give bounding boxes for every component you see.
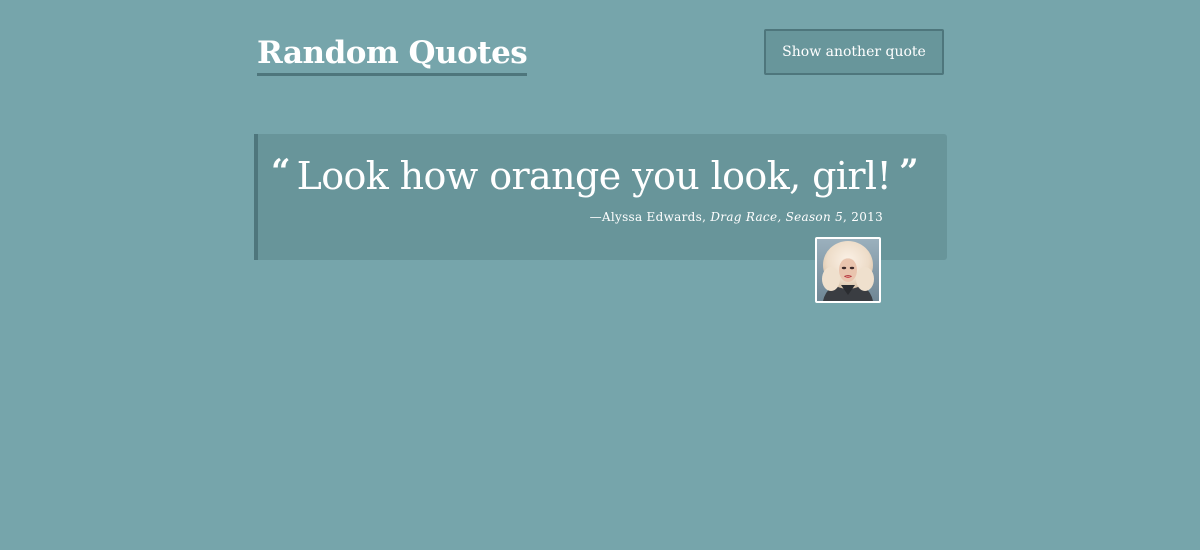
quote-author: —Alyssa Edwards, [589,210,707,224]
quote-source: Drag Race, Season 5 [710,210,844,224]
page-title[interactable]: Random Quotes [257,33,528,76]
author-avatar [815,237,881,303]
open-quote-icon: “ [271,152,291,192]
quote-text: Look how orange you look, girl! [296,154,892,198]
quote-year: , 2013 [843,210,883,224]
close-quote-icon: ” [899,152,919,192]
avatar-image [817,239,879,301]
show-another-quote-button[interactable]: Show another quote [764,29,944,75]
quote-attribution: —Alyssa Edwards, Drag Race, Season 5, 20… [590,208,883,226]
quote-line: “ Look how orange you look, girl! ” [271,150,919,202]
